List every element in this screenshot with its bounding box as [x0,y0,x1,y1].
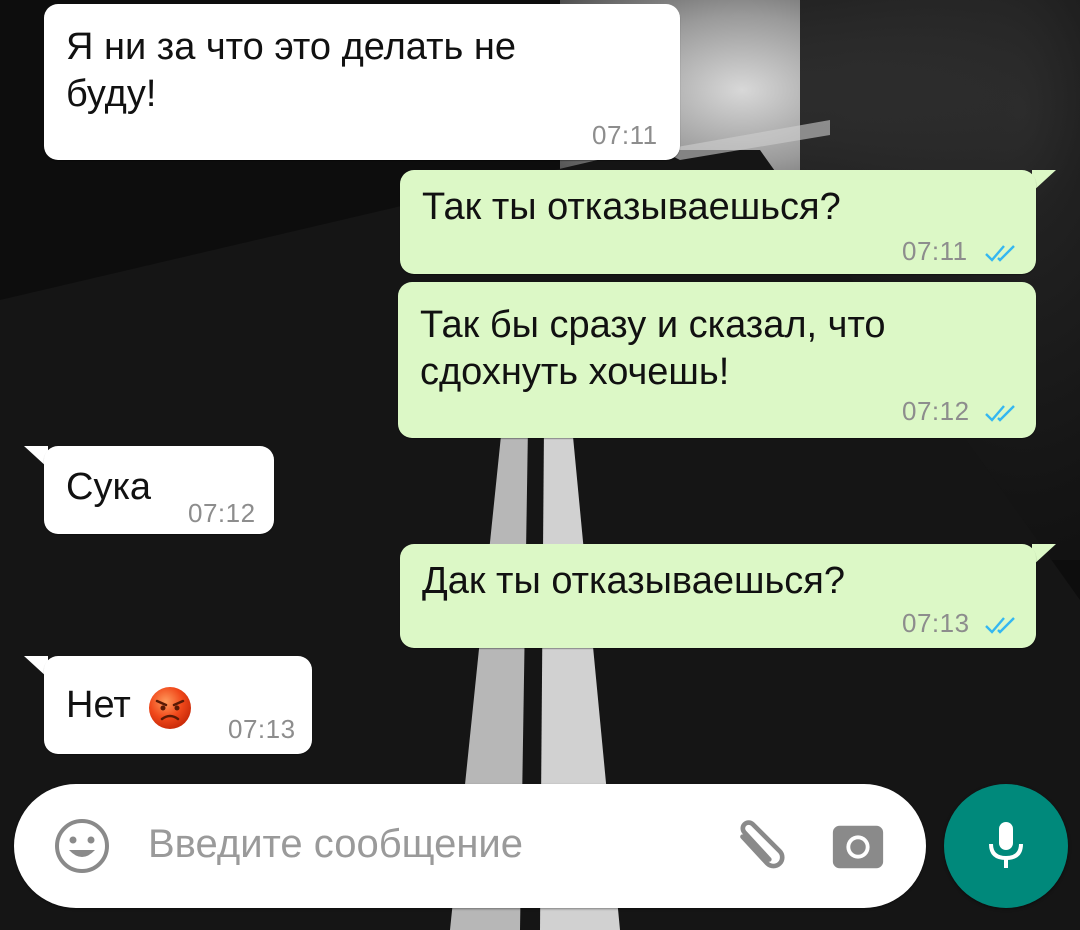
message-text: Дак ты отказываешься? [422,560,845,602]
attach-paperclip-icon[interactable] [728,816,790,878]
message-timestamp: 07:13 [902,608,970,638]
message-text: Сука [66,466,152,508]
message-bubble-incoming[interactable]: Сука 07:12 [44,446,274,534]
message-bubble-outgoing[interactable]: Дак ты отказываешься? 07:13 [400,544,1036,648]
message-timestamp: 07:11 [592,120,658,150]
read-receipt-icon [985,617,1015,634]
message-bubble-incoming[interactable]: Я ни за что это делать не буду! 07:11 [44,4,680,160]
message-input[interactable]: Введите сообщение [148,822,523,867]
read-receipt-icon [985,405,1015,422]
message-text: Нет [66,684,131,726]
angry-face-emoji-icon [149,687,191,729]
voice-record-button[interactable] [944,784,1068,908]
read-receipt-icon [985,245,1015,262]
message-timestamp: 07:13 [228,714,296,744]
message-text: Так ты отказываешься? [422,186,841,228]
message-bubble-outgoing[interactable]: Так ты отказываешься? 07:11 [400,170,1036,274]
camera-icon[interactable] [828,818,888,876]
message-text: Так бы сразу и сказал, что сдохнуть хоче… [420,304,886,393]
message-timestamp: 07:11 [902,236,968,266]
message-text: Я ни за что это делать не буду! [66,26,516,115]
message-bubble-outgoing[interactable]: Так бы сразу и сказал, что сдохнуть хоче… [398,282,1036,438]
microphone-icon [989,822,1023,868]
message-timestamp: 07:12 [902,396,970,426]
message-timestamp: 07:12 [188,498,256,528]
message-composer[interactable]: Введите сообщение [14,784,926,908]
emoji-smiley-icon[interactable] [52,816,112,876]
